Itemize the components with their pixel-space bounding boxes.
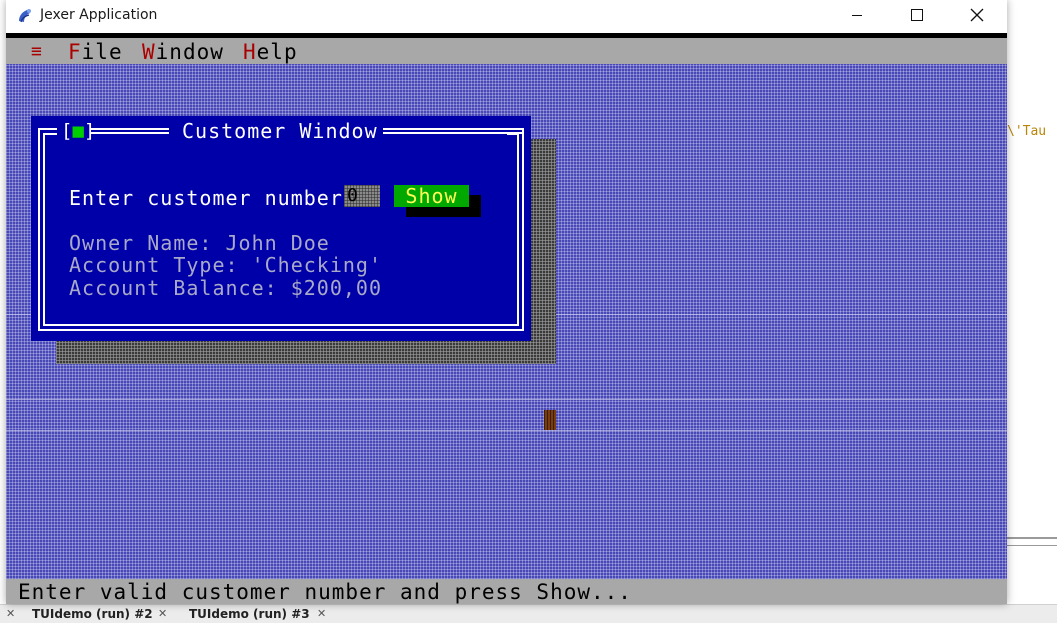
jexer-app-icon — [19, 9, 31, 23]
customer-window-close-button[interactable]: [■] — [61, 120, 95, 142]
maximize-icon — [911, 9, 923, 21]
customer-number-input[interactable]: 0 — [344, 185, 380, 207]
close-box-icon: ■ — [72, 120, 84, 142]
menu-file[interactable]: File — [68, 40, 123, 64]
background-ide-divider — [1007, 537, 1057, 539]
customer-number-label: Enter customer number: — [69, 186, 356, 210]
tab-close-icon[interactable]: ✕ — [6, 607, 15, 620]
status-bar: Enter valid customer number and press Sh… — [6, 579, 1007, 604]
menu-label: elp — [256, 40, 298, 64]
minimize-icon — [852, 14, 862, 16]
close-icon — [970, 8, 984, 22]
desktop-divider — [6, 430, 1007, 431]
terminal-screen: ≡ File Window Help [■] Customer Window E… — [6, 33, 1007, 604]
menu-label: ile — [81, 40, 123, 64]
owner-name-text: Owner Name: John Doe — [69, 231, 330, 255]
account-balance-text: Account Balance: $200,00 — [69, 276, 382, 300]
close-bracket: ] — [83, 120, 96, 142]
background-ide-divider — [1007, 545, 1057, 546]
background-ide-panel — [1007, 0, 1057, 622]
window-titlebar[interactable]: Jexer Application — [6, 0, 1007, 32]
menu-label: indow — [155, 40, 224, 64]
menu-hotkey: H — [243, 40, 257, 64]
desktop-area[interactable]: [■] Customer Window Enter customer numbe… — [6, 64, 1007, 579]
menu-hotkey: F — [68, 40, 82, 64]
show-button[interactable]: Show — [394, 185, 469, 207]
menu-bar: ≡ File Window Help — [6, 38, 1007, 64]
app-window: Jexer Application ≡ File Window Help [■]… — [6, 0, 1007, 604]
window-title: Jexer Application — [40, 7, 158, 23]
mouse-cursor-block — [544, 410, 556, 430]
background-tab[interactable]: TUIdemo (run) #2 — [32, 607, 153, 621]
background-ide-code: \'Tau — [1007, 124, 1047, 139]
background-tab[interactable]: TUIdemo (run) #3 — [189, 607, 310, 621]
tab-close-icon[interactable]: ✕ — [158, 607, 167, 620]
tab-close-icon[interactable]: ✕ — [317, 607, 326, 620]
minimize-button[interactable] — [834, 0, 880, 30]
menu-window[interactable]: Window — [142, 40, 224, 64]
title-border-line — [91, 128, 169, 134]
customer-window[interactable]: [■] Customer Window Enter customer numbe… — [31, 116, 531, 341]
status-text: Enter valid customer number and press Sh… — [18, 580, 632, 604]
maximize-button[interactable] — [894, 0, 940, 30]
title-border-line — [383, 128, 523, 134]
close-bracket: [ — [61, 120, 73, 142]
desktop-divider — [6, 399, 1007, 400]
customer-window-title: Customer Window — [182, 119, 378, 143]
account-type-text: Account Type: 'Checking' — [69, 253, 382, 277]
menu-hotkey: W — [142, 40, 156, 64]
menu-help[interactable]: Help — [243, 40, 298, 64]
system-menu-icon[interactable]: ≡ — [31, 41, 42, 62]
close-button[interactable] — [954, 0, 1000, 30]
